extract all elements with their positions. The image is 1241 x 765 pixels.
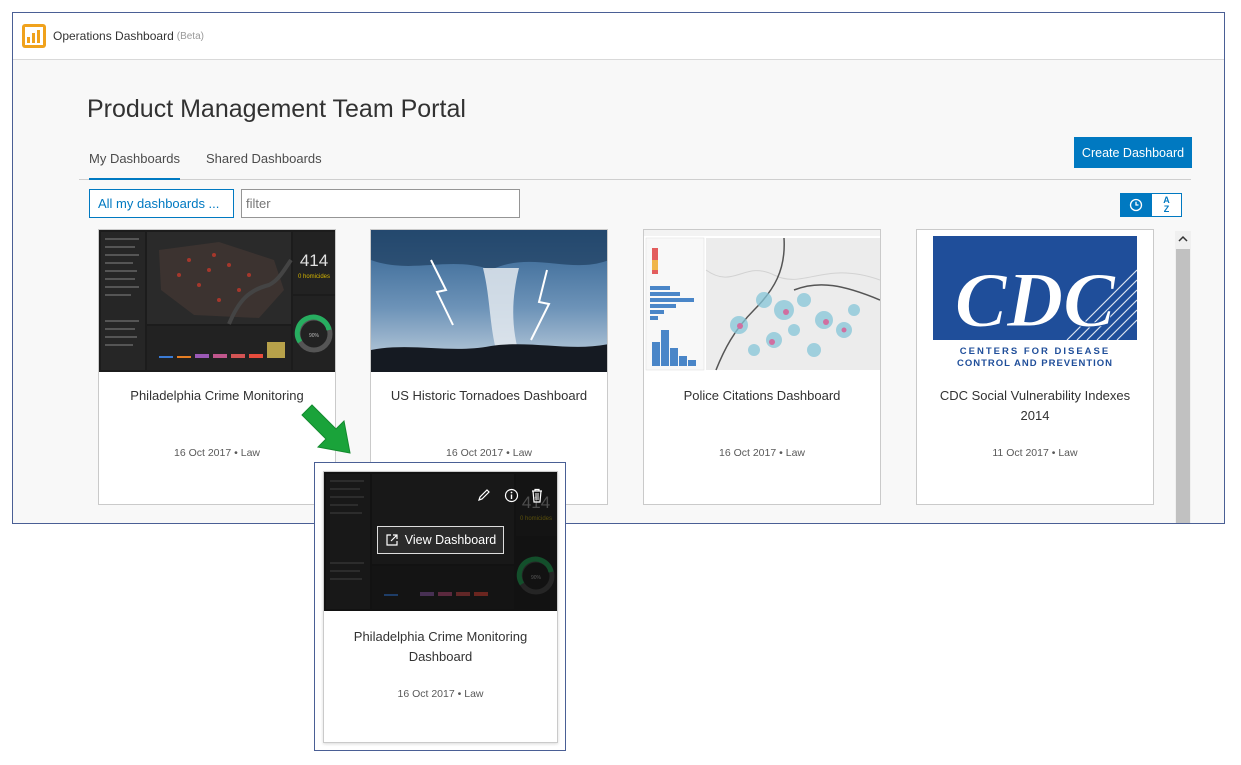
cdc-logo-line1: CENTERS FOR DISEASE [960, 346, 1110, 357]
app-window: Operations Dashboard (Beta) Product Mana… [12, 12, 1225, 524]
card-title: US Historic Tornadoes Dashboard [390, 388, 588, 403]
edit-pencil-icon[interactable] [475, 486, 493, 504]
card-tag: Law [464, 688, 484, 700]
view-dashboard-button[interactable]: View Dashboard [377, 526, 504, 554]
card-date: 16 Oct 2017 [397, 688, 455, 700]
sort-alphabetical-button[interactable]: A Z [1151, 193, 1182, 217]
scrollbar[interactable] [1175, 231, 1191, 523]
open-external-icon [386, 534, 398, 546]
cdc-logo-line2: CONTROL AND PREVENTION [957, 358, 1113, 369]
meta-separator: • [234, 447, 238, 459]
thumb-subcount: 0 homicides [298, 274, 330, 280]
card-tag: Law [785, 447, 805, 459]
meta-separator: • [1051, 447, 1056, 459]
annotation-arrow-icon [301, 404, 351, 454]
card-title: CDC Social Vulnerability Indexes 2014 [939, 388, 1131, 423]
title-bar: Operations Dashboard (Beta) [13, 13, 1224, 60]
view-dashboard-label: View Dashboard [404, 533, 497, 547]
card-tag: Law [240, 447, 260, 459]
meta-separator: • [779, 447, 783, 459]
sort-toggle: A Z [1120, 193, 1182, 217]
card-thumbnail: 414 0 homicides 90% [99, 230, 335, 372]
beta-badge: (Beta) [176, 30, 204, 42]
card-meta: 16 Oct 2017 • Law [371, 447, 607, 459]
filter-input[interactable] [241, 189, 520, 218]
tab-shared-dashboards[interactable]: Shared Dashboards [206, 151, 322, 166]
card-title: Police Citations Dashboard [683, 388, 841, 403]
card-meta: 16 Oct 2017 • Law [324, 688, 557, 700]
dashboard-card-hover[interactable]: 414 0 homicides 90% View Dashboard Phila… [323, 471, 558, 743]
sort-az-bottom: Z [1163, 204, 1170, 214]
dashboard-card-philadelphia[interactable]: 414 0 homicides 90% Philadelphia Crime M… [98, 229, 336, 505]
card-thumbnail [371, 230, 607, 372]
card-date: 16 Oct 2017 [718, 447, 777, 459]
scroll-up-icon[interactable] [1175, 231, 1191, 247]
dashboard-scope-dropdown[interactable]: All my dashboards ... [89, 189, 234, 218]
card-thumbnail: 414 0 homicides 90% View Dashboard [324, 472, 557, 611]
dashboard-card-police-citations[interactable]: Police Citations Dashboard 16 Oct 2017 •… [643, 229, 881, 505]
card-title: Philadelphia Crime Monitoring [130, 388, 304, 403]
card-title: Philadelphia Crime Monitoring Dashboard [353, 629, 528, 664]
meta-separator: • [506, 447, 510, 459]
card-date: 16 Oct 2017 [173, 447, 232, 459]
thumb-gauge: 90% [309, 333, 320, 339]
operations-dashboard-logo-icon[interactable] [21, 23, 47, 49]
card-meta: 16 Oct 2017 • Law [644, 447, 880, 459]
app-title: Operations Dashboard [53, 29, 174, 43]
tab-bar: My Dashboards Shared Dashboards [79, 143, 1191, 180]
sort-by-date-button[interactable] [1120, 193, 1151, 217]
thumb-count: 414 [300, 251, 328, 270]
card-thumbnail [644, 230, 880, 372]
dashboard-card-cdc[interactable]: CDC CENTERS FOR DISEASE CONTROL AND PREV… [916, 229, 1154, 505]
hover-preview-callout: 414 0 homicides 90% View Dashboard Phila… [314, 462, 566, 751]
card-date: 16 Oct 2017 [445, 447, 504, 459]
scroll-thumb[interactable] [1176, 249, 1190, 523]
create-dashboard-button[interactable]: Create Dashboard [1074, 137, 1192, 168]
card-date: 11 Oct 2017 [992, 447, 1049, 459]
card-meta: 11 Oct 2017 • Law [917, 447, 1153, 459]
page-title: Product Management Team Portal [87, 95, 466, 123]
clock-icon [1129, 198, 1142, 212]
card-tag: Law [512, 447, 532, 459]
meta-separator: • [457, 688, 462, 700]
info-icon[interactable] [502, 486, 520, 504]
cdc-logo-letters: CDC [955, 256, 1116, 343]
card-tag: Law [1058, 447, 1078, 459]
card-thumbnail: CDC CENTERS FOR DISEASE CONTROL AND PREV… [917, 230, 1153, 372]
tab-my-dashboards[interactable]: My Dashboards [89, 151, 181, 180]
delete-trash-icon[interactable] [528, 486, 546, 504]
